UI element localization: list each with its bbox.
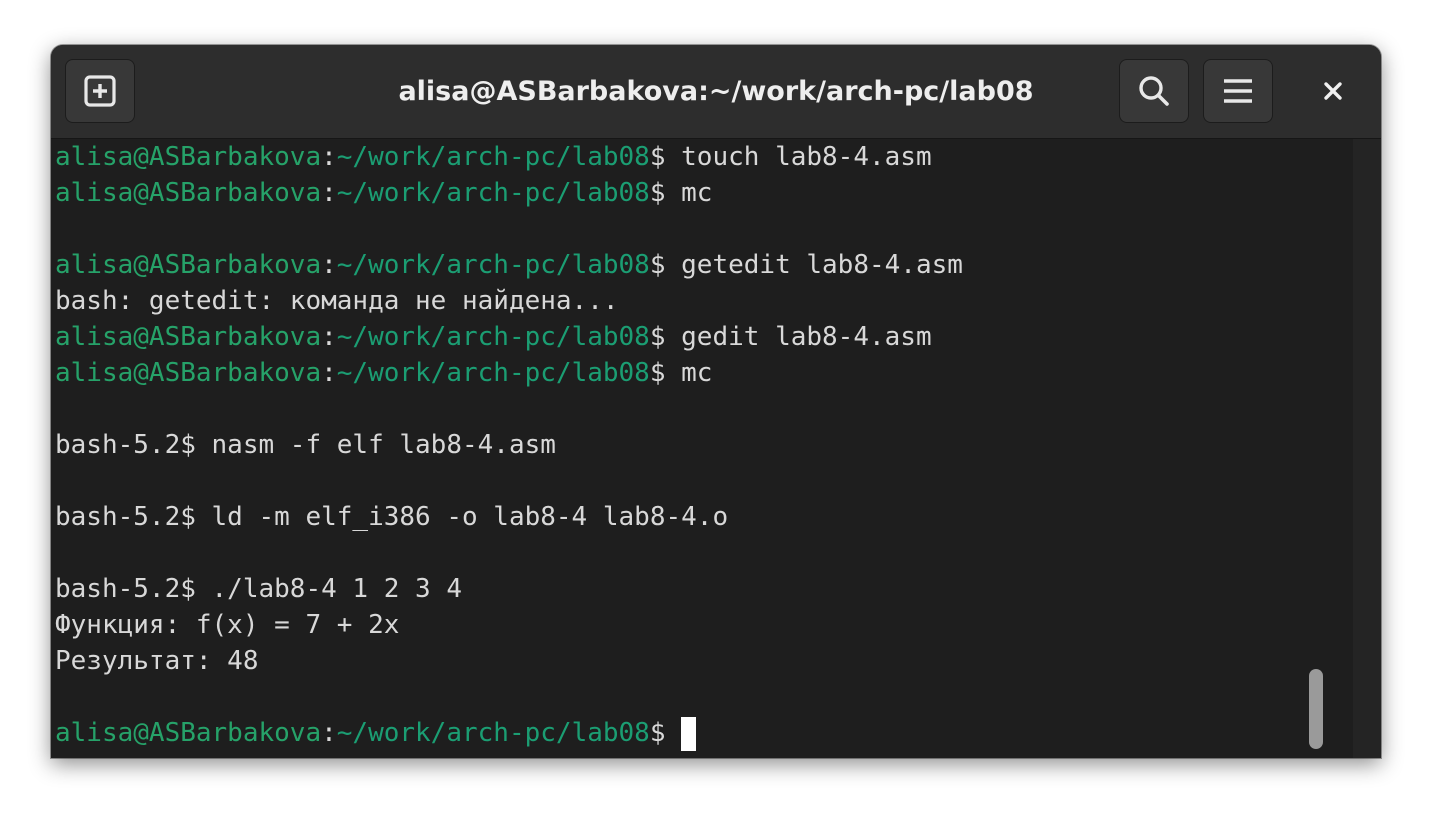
close-icon	[1324, 82, 1342, 100]
output-text: bash-5.2$ ./lab8-4 1 2 3 4	[55, 574, 462, 604]
terminal-line: bash-5.2$ ./lab8-4 1 2 3 4	[55, 571, 1351, 607]
output-text: Результат: 48	[55, 646, 259, 676]
command-text: $ mc	[649, 178, 713, 208]
prompt-user: alisa@ASBarbakova	[55, 358, 322, 388]
prompt-colon: :	[321, 358, 337, 388]
command-text: $ mc	[649, 358, 713, 388]
terminal-line: bash: getedit: команда не найдена...	[55, 283, 1351, 319]
scrollbar-track[interactable]	[1353, 139, 1381, 758]
title-bar: alisa@ASBarbakova:~/work/arch-pc/lab08	[51, 45, 1381, 139]
terminal-line: alisa@ASBarbakova:~/work/arch-pc/lab08$ …	[55, 139, 1351, 175]
terminal-line: Результат: 48	[55, 643, 1351, 679]
close-button[interactable]	[1307, 59, 1359, 123]
new-tab-button[interactable]	[65, 59, 135, 123]
prompt-colon: :	[321, 178, 337, 208]
prompt-colon: :	[321, 718, 337, 748]
prompt-path: ~/work/arch-pc/lab08	[336, 142, 650, 172]
command-text: $ touch lab8-4.asm	[649, 142, 932, 172]
prompt-user: alisa@ASBarbakova	[55, 142, 322, 172]
output-text: bash-5.2$ ld -m elf_i386 -o lab8-4 lab8-…	[55, 502, 729, 532]
menu-button[interactable]	[1203, 59, 1273, 123]
output-text: bash: getedit: команда не найдена...	[55, 286, 619, 316]
command-text: $ gedit lab8-4.asm	[649, 322, 932, 352]
command-text: $ getedit lab8-4.asm	[649, 250, 963, 280]
terminal-line: alisa@ASBarbakova:~/work/arch-pc/lab08$	[55, 715, 1351, 751]
command-text: $	[649, 718, 682, 748]
terminal-window: alisa@ASBarbakova:~/work/arch-pc/lab08 a…	[51, 45, 1381, 758]
prompt-path: ~/work/arch-pc/lab08	[336, 250, 650, 280]
search-icon	[1139, 76, 1169, 106]
prompt-colon: :	[321, 142, 337, 172]
terminal-line: bash-5.2$ nasm -f elf lab8-4.asm	[55, 427, 1351, 463]
terminal-output[interactable]: alisa@ASBarbakova:~/work/arch-pc/lab08$ …	[55, 139, 1351, 758]
terminal-line: bash-5.2$ ld -m elf_i386 -o lab8-4 lab8-…	[55, 499, 1351, 535]
new-tab-icon	[84, 75, 116, 107]
search-button[interactable]	[1119, 59, 1189, 123]
output-text: Функция: f(x) = 7 + 2x	[55, 610, 400, 640]
output-text: bash-5.2$ nasm -f elf lab8-4.asm	[55, 430, 556, 460]
prompt-colon: :	[321, 322, 337, 352]
terminal-line: Функция: f(x) = 7 + 2x	[55, 607, 1351, 643]
text-cursor	[681, 716, 697, 751]
terminal-line: alisa@ASBarbakova:~/work/arch-pc/lab08$ …	[55, 175, 1351, 211]
window-title: alisa@ASBarbakova:~/work/arch-pc/lab08	[398, 76, 1034, 107]
prompt-path: ~/work/arch-pc/lab08	[336, 322, 650, 352]
prompt-user: alisa@ASBarbakova	[55, 322, 322, 352]
prompt-path: ~/work/arch-pc/lab08	[336, 178, 650, 208]
hamburger-menu-icon	[1224, 79, 1252, 103]
scrollbar-thumb[interactable]	[1309, 669, 1323, 749]
terminal-line: alisa@ASBarbakova:~/work/arch-pc/lab08$ …	[55, 319, 1351, 355]
prompt-path: ~/work/arch-pc/lab08	[336, 358, 650, 388]
prompt-path: ~/work/arch-pc/lab08	[336, 718, 650, 748]
prompt-user: alisa@ASBarbakova	[55, 250, 322, 280]
terminal-line: alisa@ASBarbakova:~/work/arch-pc/lab08$ …	[55, 355, 1351, 391]
prompt-user: alisa@ASBarbakova	[55, 178, 322, 208]
prompt-colon: :	[321, 250, 337, 280]
prompt-user: alisa@ASBarbakova	[55, 718, 322, 748]
terminal-line: alisa@ASBarbakova:~/work/arch-pc/lab08$ …	[55, 247, 1351, 283]
